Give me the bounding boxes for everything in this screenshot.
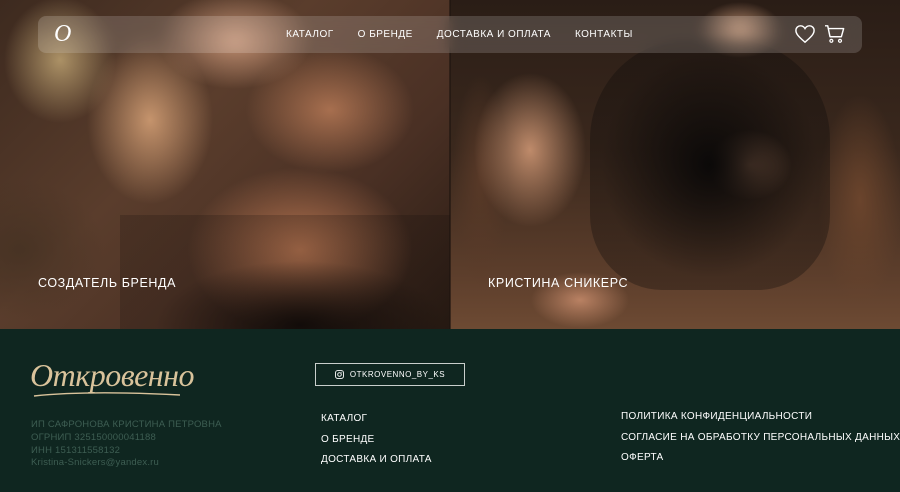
nav-links: КАТАЛОГ О БРЕНДЕ ДОСТАВКА И ОПЛАТА КОНТА… — [286, 16, 633, 53]
site-footer: Откровенно ИП САФРОНОВА КРИСТИНА ПЕТРОВН… — [0, 329, 900, 492]
footer-link-about-brand[interactable]: О БРЕНДЕ — [321, 434, 432, 445]
legal-ogrnip: ОГРНИП 325150000041188 — [31, 431, 156, 443]
legal-info: ИП САФРОНОВА КРИСТИНА ПЕТРОВНА ОГРНИП 32… — [31, 419, 222, 470]
legal-email[interactable]: Kristina-Snickers@yandex.ru — [31, 457, 222, 470]
nav-link-contacts[interactable]: КОНТАКТЫ — [575, 29, 633, 40]
footer-brand-logo[interactable]: Откровенно — [30, 357, 195, 394]
footer-link-data-consent[interactable]: СОГЛАСИЕ НА ОБРАБОТКУ ПЕРСОНАЛЬНЫХ ДАННЫ… — [621, 432, 900, 443]
left-photo-caption: СОЗДАТЕЛЬ БРЕНДА — [38, 276, 177, 290]
cart-icon[interactable] — [824, 24, 846, 44]
footer-link-offer[interactable]: ОФЕРТА — [621, 453, 900, 463]
photo-shadow — [590, 40, 830, 290]
instagram-button[interactable]: OTKROVENNO_BY_KS — [315, 363, 465, 386]
nav-link-catalog[interactable]: КАТАЛОГ — [286, 29, 334, 40]
instagram-icon — [335, 370, 344, 379]
hero-section: СОЗДАТЕЛЬ БРЕНДА КРИСТИНА СНИКЕРС O КАТА… — [0, 0, 900, 329]
heart-icon[interactable] — [794, 24, 816, 44]
nav-link-delivery-payment[interactable]: ДОСТАВКА И ОПЛАТА — [437, 29, 551, 40]
brand-logo-mark[interactable]: O — [54, 22, 76, 46]
footer-link-privacy-policy[interactable]: ПОЛИТИКА КОНФИДЕНЦИАЛЬНОСТИ — [621, 412, 900, 422]
logo-swash — [33, 392, 181, 397]
nav-icons — [794, 24, 846, 44]
legal-inn: ИНН 151311558132 — [31, 444, 121, 456]
footer-menu: КАТАЛОГ О БРЕНДЕ ДОСТАВКА И ОПЛАТА — [321, 414, 432, 465]
right-photo-caption: КРИСТИНА СНИКЕРС — [488, 276, 629, 290]
instagram-handle: OTKROVENNO_BY_KS — [349, 370, 446, 379]
footer-policies: ПОЛИТИКА КОНФИДЕНЦИАЛЬНОСТИ СОГЛАСИЕ НА … — [621, 412, 900, 463]
top-navbar: O КАТАЛОГ О БРЕНДЕ ДОСТАВКА И ОПЛАТА КОН… — [38, 16, 862, 53]
photo-shadow — [120, 215, 450, 329]
legal-company-name: ИП САФРОНОВА КРИСТИНА ПЕТРОВНА — [31, 419, 222, 430]
nav-link-about-brand[interactable]: О БРЕНДЕ — [358, 29, 413, 40]
footer-link-catalog[interactable]: КАТАЛОГ — [321, 414, 432, 424]
footer-link-delivery-payment[interactable]: ДОСТАВКА И ОПЛАТА — [321, 455, 432, 465]
